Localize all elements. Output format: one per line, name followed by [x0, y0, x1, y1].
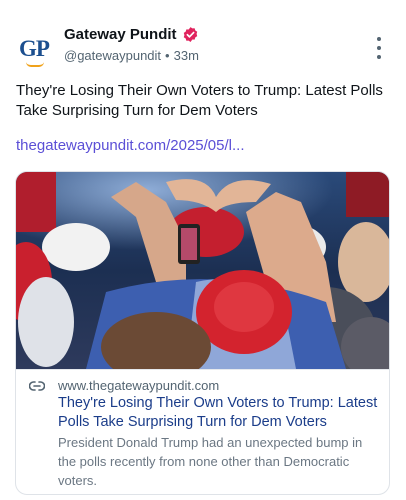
avatar-swoosh-icon	[26, 62, 44, 67]
post-link[interactable]: thegatewaypundit.com/2025/05/l...	[16, 137, 245, 154]
separator-dot: •	[165, 48, 170, 63]
post: GP Gateway Pundit @gatewaypundit • 33m T…	[0, 0, 406, 500]
post-text: They're Losing Their Own Voters to Trump…	[16, 82, 383, 119]
link-preview-card[interactable]: www.thegatewaypundit.com They're Losing …	[15, 171, 390, 495]
card-description: President Donald Trump had an unexpected…	[58, 435, 363, 488]
account-name[interactable]: Gateway Pundit	[64, 26, 177, 43]
card-image[interactable]	[16, 172, 389, 369]
card-title[interactable]: They're Losing Their Own Voters to Trump…	[58, 394, 383, 432]
more-vertical-icon[interactable]	[374, 37, 384, 59]
verified-badge-icon	[183, 27, 197, 42]
account-handle[interactable]: @gatewaypundit	[64, 48, 161, 63]
handle-row: @gatewaypundit • 33m	[64, 48, 199, 63]
avatar[interactable]: GP	[12, 27, 56, 71]
avatar-logo-text: GP	[19, 36, 50, 61]
card-meta: www.thegatewaypundit.com They're Losing …	[16, 369, 389, 494]
account-name-row: Gateway Pundit	[64, 26, 199, 43]
card-domain: www.thegatewaypundit.com	[58, 378, 220, 393]
post-time[interactable]: 33m	[174, 48, 199, 63]
link-icon	[29, 381, 45, 391]
